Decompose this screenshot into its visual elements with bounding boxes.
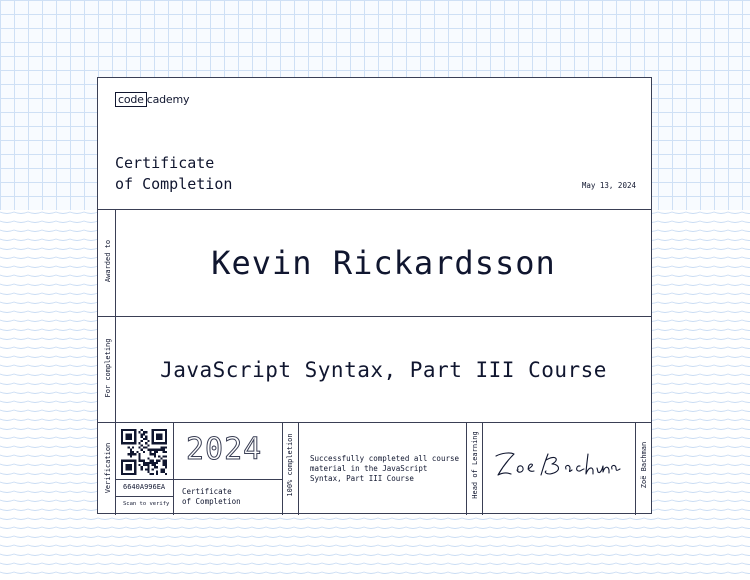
divider-year-right — [282, 422, 283, 515]
certificate-date: May 13, 2024 — [581, 181, 636, 190]
logo-cademy: cademy — [146, 93, 190, 106]
verification-qr-code[interactable] — [121, 429, 167, 475]
divider-completion — [298, 422, 299, 515]
divider-qr — [173, 422, 174, 515]
logo-code: code — [115, 92, 147, 107]
recipient-name: Kevin Rickardsson — [211, 244, 556, 282]
awarded-to-label: Awarded to — [104, 239, 112, 283]
verification-label: Verification — [104, 442, 112, 494]
divider-year — [173, 479, 282, 480]
completion-label: 100% completion — [286, 433, 294, 497]
divider-bottom — [98, 422, 651, 423]
divider-signature — [635, 422, 636, 515]
signer-role-label: Head of Learning — [471, 431, 479, 499]
certificate: code cademy Certificate of Completion May… — [97, 77, 652, 515]
signature-image — [495, 452, 621, 476]
certificate-title: Certificate of Completion — [115, 154, 233, 193]
small-certificate-title: Certificate of Completion — [182, 487, 241, 506]
codecademy-logo: code cademy — [115, 92, 190, 107]
divider-description — [466, 422, 467, 515]
for-completing-label: For completing — [104, 338, 112, 398]
scan-to-verify: Scan to verify — [123, 501, 170, 507]
certificate-id: 6640A996EA — [123, 483, 166, 491]
divider-qr-id — [115, 479, 174, 480]
divider-role — [482, 422, 483, 515]
completion-description: Successfully completed all course materi… — [310, 454, 460, 483]
certificate-year: 2024 — [185, 432, 263, 468]
course-name: JavaScript Syntax, Part III Course — [160, 357, 607, 382]
divider-id-scan — [115, 496, 174, 497]
signer-name: Zoë Bachman — [640, 441, 648, 489]
